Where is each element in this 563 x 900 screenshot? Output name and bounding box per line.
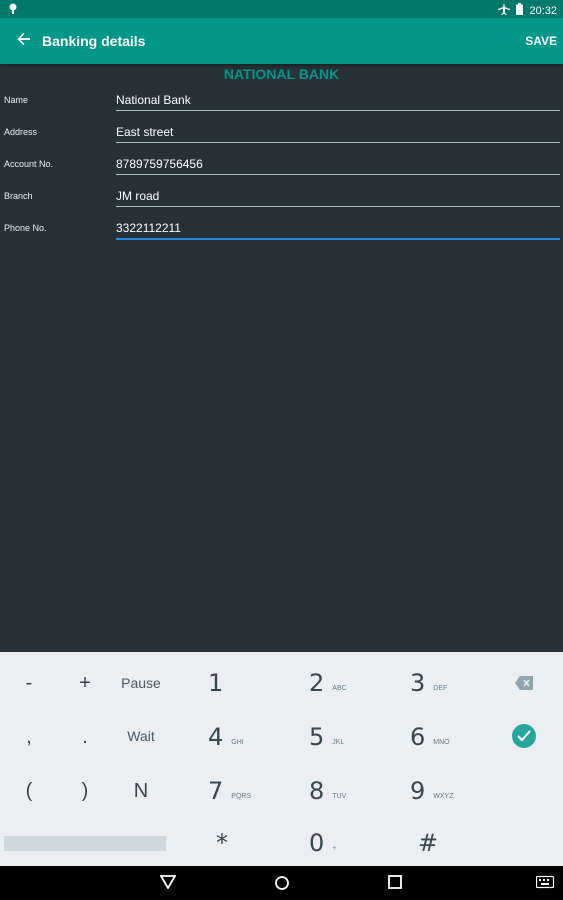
key-plus[interactable]: + bbox=[70, 666, 100, 700]
key-6-digit: 6 bbox=[410, 723, 426, 751]
phone-number-field[interactable] bbox=[116, 218, 560, 240]
key-close-paren[interactable]: ) bbox=[70, 774, 100, 808]
dialpad-keyboard: - + Pause 1 2 ABC 3 DEF , . Wait 4 GHI 5… bbox=[0, 652, 563, 866]
banking-form: Name Address Account No. Branch Phone No… bbox=[0, 86, 563, 246]
key-7-letters: PQRS bbox=[231, 792, 252, 800]
address-field[interactable] bbox=[116, 122, 560, 143]
key-wait[interactable]: Wait bbox=[110, 719, 172, 753]
key-1-digit: 1 bbox=[208, 669, 224, 697]
key-5[interactable]: 5 JKL bbox=[309, 720, 389, 754]
key-4[interactable]: 4 GHI bbox=[208, 720, 288, 754]
key-8-letters: TUV bbox=[332, 792, 347, 800]
address-label: Address bbox=[4, 127, 38, 137]
branch-label: Branch bbox=[4, 191, 33, 201]
nav-back-icon[interactable] bbox=[159, 875, 177, 894]
phone-number-label: Phone No. bbox=[4, 223, 47, 233]
key-0-digit: 0 bbox=[309, 829, 325, 857]
key-1[interactable]: 1 bbox=[208, 666, 288, 700]
key-5-digit: 5 bbox=[309, 723, 325, 751]
key-8-digit: 8 bbox=[309, 777, 325, 805]
key-hash[interactable]: # bbox=[418, 826, 478, 860]
key-4-digit: 4 bbox=[208, 723, 224, 751]
key-star[interactable]: * bbox=[216, 826, 276, 860]
key-minus[interactable]: - bbox=[14, 666, 44, 700]
navigation-bar bbox=[0, 866, 563, 900]
key-period[interactable]: . bbox=[70, 720, 100, 754]
name-field[interactable] bbox=[116, 90, 560, 111]
airplane-icon bbox=[498, 3, 511, 18]
key-5-letters: JKL bbox=[332, 738, 345, 746]
key-3-letters: DEF bbox=[433, 684, 448, 692]
form-row-address: Address bbox=[0, 118, 563, 150]
check-icon[interactable] bbox=[512, 724, 536, 748]
key-0-plus: + bbox=[332, 844, 337, 852]
key-2[interactable]: 2 ABC bbox=[309, 666, 389, 700]
account-number-field[interactable] bbox=[116, 154, 560, 175]
key-9-digit: 9 bbox=[410, 777, 426, 805]
page-title: Banking details bbox=[42, 33, 146, 49]
name-label: Name bbox=[4, 95, 29, 105]
bank-name-heading: NATIONAL BANK bbox=[223, 66, 340, 82]
key-0[interactable]: 0 + bbox=[309, 826, 389, 860]
form-row-name: Name bbox=[0, 86, 563, 118]
arrow-back-icon[interactable] bbox=[14, 29, 34, 49]
key-pause[interactable]: Pause bbox=[110, 666, 172, 700]
form-row-branch: Branch bbox=[0, 182, 563, 214]
key-open-paren[interactable]: ( bbox=[14, 774, 44, 808]
branch-field[interactable] bbox=[116, 186, 560, 207]
nav-recents-icon[interactable] bbox=[388, 875, 402, 894]
clock: 20:32 bbox=[529, 4, 557, 17]
app-bar: Banking details SAVE bbox=[0, 18, 563, 64]
battery-icon bbox=[516, 3, 524, 18]
key-7-digit: 7 bbox=[208, 777, 224, 805]
form-row-phone: Phone No. bbox=[0, 214, 563, 246]
spacebar[interactable] bbox=[4, 836, 166, 851]
key-6[interactable]: 6 MNO bbox=[410, 720, 490, 754]
key-comma[interactable]: , bbox=[14, 720, 44, 754]
form-row-account: Account No. bbox=[0, 150, 563, 182]
status-bar: 20:32 bbox=[0, 0, 563, 18]
key-9[interactable]: 9 WXYZ bbox=[410, 774, 490, 808]
key-4-letters: GHI bbox=[231, 738, 244, 746]
nav-home-icon[interactable] bbox=[274, 875, 290, 896]
key-hash-symbol: # bbox=[418, 829, 439, 857]
key-8[interactable]: 8 TUV bbox=[309, 774, 389, 808]
key-6-letters: MNO bbox=[433, 738, 450, 746]
backspace-icon[interactable] bbox=[508, 670, 540, 696]
account-number-label: Account No. bbox=[4, 159, 54, 169]
key-n[interactable]: N bbox=[110, 774, 172, 808]
key-2-digit: 2 bbox=[309, 669, 325, 697]
save-button[interactable]: SAVE bbox=[525, 34, 557, 48]
status-right: 20:32 bbox=[498, 3, 557, 18]
key-3[interactable]: 3 DEF bbox=[410, 666, 490, 700]
key-3-digit: 3 bbox=[410, 669, 426, 697]
key-star-symbol: * bbox=[216, 829, 228, 857]
key-9-letters: WXYZ bbox=[433, 792, 454, 800]
key-7[interactable]: 7 PQRS bbox=[208, 774, 288, 808]
key-2-letters: ABC bbox=[332, 684, 347, 692]
keyboard-switch-icon[interactable] bbox=[535, 875, 555, 894]
location-pin-icon bbox=[8, 3, 18, 18]
